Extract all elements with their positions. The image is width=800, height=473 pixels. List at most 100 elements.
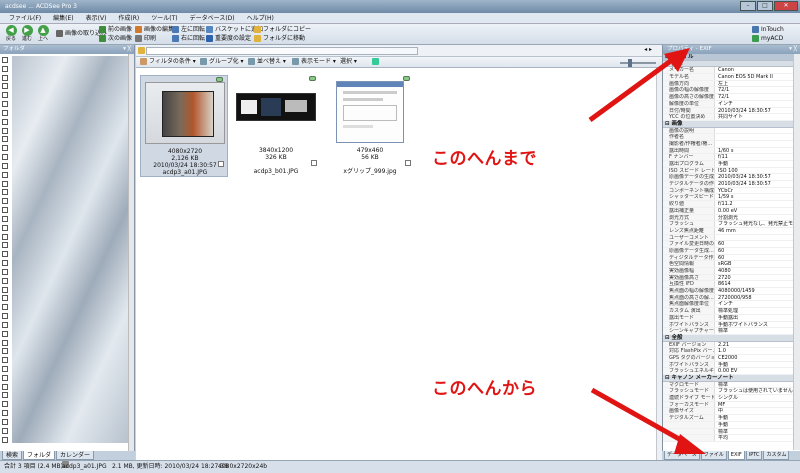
exif-row[interactable]: 互換性 IFD 8614 <box>663 281 793 289</box>
exif-row[interactable]: 焦点面の高さの解... 2720000/958 <box>663 294 793 302</box>
menu-database[interactable]: データベース(D) <box>184 13 241 23</box>
refresh-icon[interactable] <box>372 58 381 66</box>
group-image[interactable]: ⊟ 画像 <box>663 120 793 128</box>
edit-image-button[interactable]: 画像の編集 <box>135 26 174 34</box>
folder-checkbox[interactable] <box>2 136 8 143</box>
exif-row[interactable]: 露出プログラム 手動 <box>663 161 793 168</box>
exif-row[interactable]: 手動 <box>663 421 793 429</box>
exif-row[interactable]: F ナンバー f/11 <box>663 154 793 161</box>
folder-checkbox[interactable] <box>2 410 8 417</box>
exif-row[interactable]: メーカー名 Canon <box>663 67 793 75</box>
folder-checkbox[interactable] <box>2 57 8 63</box>
exif-row[interactable]: コンポーネント構成 YCbCr <box>663 187 793 195</box>
folder-checkbox[interactable] <box>2 118 8 125</box>
set-rating-button[interactable]: 重要度の設定 <box>206 35 251 43</box>
folder-checkbox[interactable] <box>2 365 8 372</box>
filter-button[interactable]: フィルタの条件 ▾ <box>140 58 196 66</box>
folder-checkbox[interactable] <box>2 260 8 267</box>
exif-row[interactable]: ホワイトバランス 手動 <box>663 361 793 369</box>
myacd-button[interactable]: myACD <box>752 35 783 43</box>
exif-row[interactable]: 連続ドライブ モード シングル <box>663 395 793 402</box>
group-canon-makernote[interactable]: ⊟ キャノン メーカーノート <box>663 375 793 382</box>
menu-tools[interactable]: ツール(T) <box>145 13 183 23</box>
folder-checkbox[interactable] <box>2 145 8 152</box>
exif-row[interactable]: 解像度の単位 インチ <box>663 100 793 108</box>
view-mode-button[interactable]: 表示モード ▾ <box>292 58 336 66</box>
prev-image-button[interactable]: 前の画像 <box>99 26 132 34</box>
tab-folders[interactable]: フォルダ <box>23 451 56 460</box>
folder-checkbox[interactable] <box>2 383 8 390</box>
folder-checkbox[interactable] <box>2 180 8 187</box>
exif-row[interactable]: フォーカスモード MF <box>663 401 793 409</box>
up-button[interactable]: ▲ 上へ <box>34 25 52 43</box>
exif-row[interactable]: YCC の位置決め 共同サイト <box>663 114 793 121</box>
thumbnail-checkbox[interactable] <box>405 160 411 166</box>
exif-row[interactable]: 色空間情報 sRGB <box>663 261 793 268</box>
panel-pin-button[interactable]: ▾ ╳ <box>789 45 797 54</box>
menu-file[interactable]: ファイル(F) <box>3 13 47 23</box>
select-button[interactable]: 選択 ▾ <box>340 58 357 66</box>
exif-row[interactable]: 標準 <box>663 428 793 436</box>
maximize-button[interactable]: □ <box>757 1 773 11</box>
folder-checkbox[interactable] <box>2 357 8 364</box>
folder-checkbox[interactable] <box>2 189 8 196</box>
menu-help[interactable]: ヘルプ(H) <box>241 13 280 23</box>
exif-row[interactable]: ホワイトバランス 手動ホワイトバランス <box>663 321 793 329</box>
folder-checkbox[interactable] <box>2 92 8 99</box>
folder-checkbox[interactable] <box>2 268 8 275</box>
folder-checkbox[interactable] <box>2 339 8 346</box>
group-basic[interactable]: ⊟ 基本 <box>663 60 793 68</box>
minimize-button[interactable]: – <box>740 1 756 11</box>
exif-row[interactable]: 実効画像幅 4080 <box>663 268 793 275</box>
copy-to-folder-button[interactable]: フォルダにコピー <box>254 26 311 34</box>
folder-checkbox[interactable] <box>2 295 8 302</box>
print-button[interactable]: 印刷 <box>135 35 156 43</box>
sort-button[interactable]: 並べ替え ▾ <box>248 58 286 66</box>
exif-row[interactable]: 焦点面の幅の解像度 4080000/1459 <box>663 288 793 295</box>
exif-row[interactable]: 画像サイズ中 <box>663 408 793 416</box>
close-button[interactable]: ✕ <box>774 1 798 11</box>
exif-row[interactable]: 原画像データの生成... 2010/03/24 18:30:57 <box>663 174 793 182</box>
tab-calendar[interactable]: カレンダー <box>56 451 95 460</box>
folder-checkbox[interactable] <box>2 374 8 381</box>
folder-checkbox[interactable] <box>2 348 8 355</box>
exif-row[interactable]: EXIF バージョン 2.21 <box>663 341 793 349</box>
exif-row[interactable]: 画像の幅の解像度 72/1 <box>663 87 793 95</box>
exif-row[interactable]: 露出補正量 0.00 eV <box>663 207 793 215</box>
menu-view[interactable]: 表示(V) <box>80 13 113 23</box>
folder-checkbox[interactable] <box>2 198 8 205</box>
menu-edit[interactable]: 編集(E) <box>47 13 79 23</box>
folder-checkbox[interactable] <box>2 418 8 425</box>
folder-checkbox[interactable] <box>2 154 8 161</box>
folder-checkbox[interactable] <box>2 304 8 311</box>
folder-checkbox[interactable] <box>2 401 8 408</box>
tab-search[interactable]: 検索 <box>2 451 23 460</box>
exif-row[interactable]: ディジタルデータ作成...60 <box>663 254 793 262</box>
folder-checkbox[interactable] <box>2 392 8 399</box>
exif-row[interactable]: カスタム 演出 標準処理 <box>663 308 793 315</box>
thumbnail-item[interactable]: 3840x1200 326 KB acdp3_b01.JPG <box>232 75 320 177</box>
path-dropdown-icon[interactable]: ◂ ▸ <box>644 46 652 53</box>
exif-row[interactable]: 原画像データ生成... 60 <box>663 247 793 255</box>
tab-custom[interactable]: カスタム <box>763 451 790 460</box>
folder-checkbox[interactable] <box>2 83 8 90</box>
folder-checkbox[interactable] <box>2 127 8 134</box>
thumbnail-checkbox[interactable] <box>218 161 224 167</box>
folder-checkbox[interactable] <box>2 330 8 337</box>
folder-checkbox[interactable] <box>2 436 8 443</box>
folder-checkbox[interactable] <box>2 277 8 284</box>
group-general[interactable]: ⊟ 全般 <box>663 334 793 342</box>
exif-row[interactable]: 画像の高さの解像度 72/1 <box>663 94 793 101</box>
exif-row[interactable]: フラッシュフラッシュ発光なし、発光禁止モード <box>663 221 793 228</box>
exif-row[interactable]: フラッシュエネルギー 0.00 EV <box>663 368 793 375</box>
exif-row[interactable]: 測光方式 分割測光 <box>663 214 793 222</box>
tab-file[interactable]: ファイル <box>700 451 727 460</box>
exif-row[interactable]: シーンキャプチャー... 標準 <box>663 328 793 335</box>
rotate-left-button[interactable]: 左に回転 <box>172 26 205 34</box>
folder-checkbox[interactable] <box>2 427 8 434</box>
folder-checkbox[interactable] <box>2 286 8 293</box>
group-button[interactable]: グループ化 ▾ <box>200 58 244 66</box>
folder-checkbox[interactable] <box>2 109 8 116</box>
exif-row[interactable]: 画像方向 左上 <box>663 80 793 88</box>
exif-row[interactable]: ファイル変更日時の... 60 <box>663 241 793 248</box>
